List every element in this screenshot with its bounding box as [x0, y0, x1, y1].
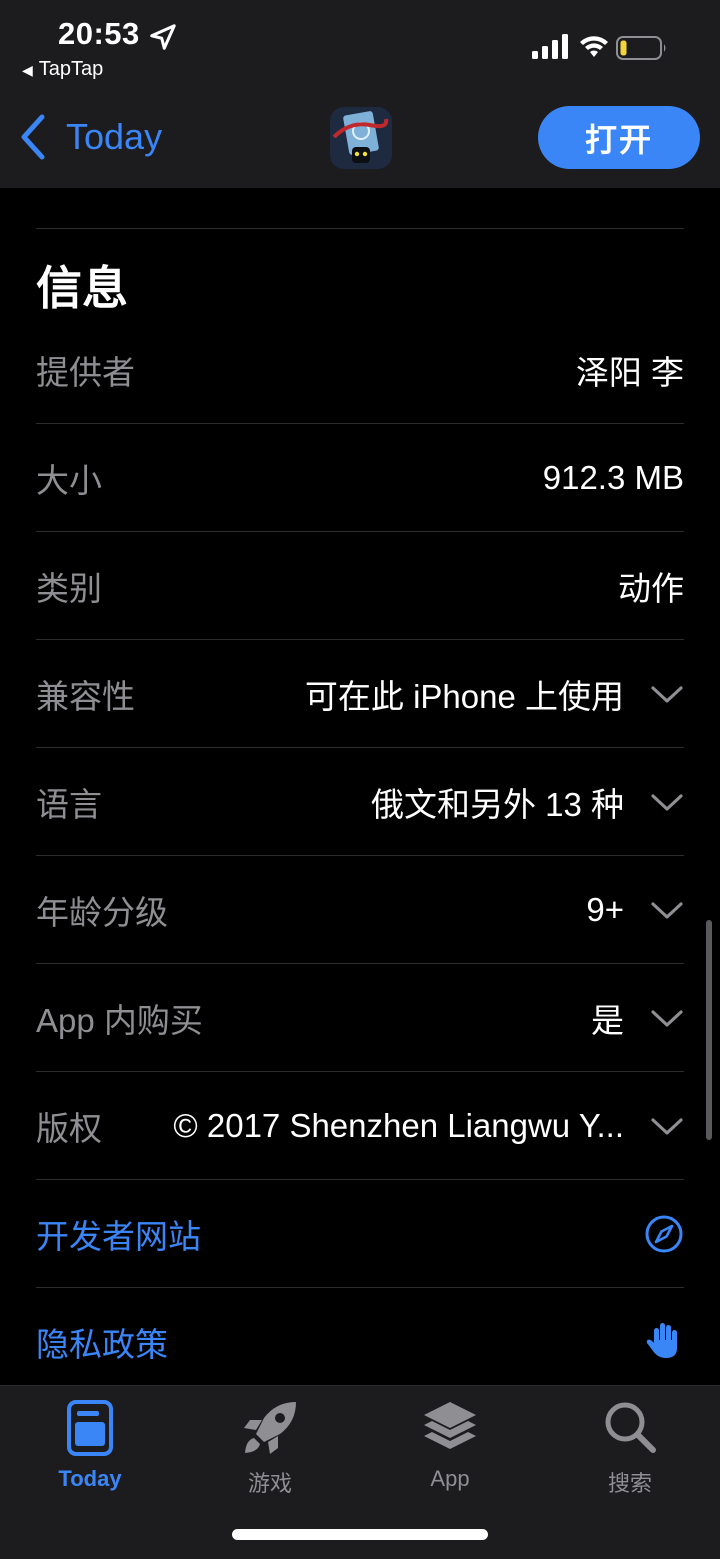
info-row-languages[interactable]: 语言 俄文和另外 13 种: [36, 748, 684, 856]
row-value: 泽阳 李: [575, 353, 684, 391]
row-label: 类别: [36, 569, 102, 607]
chevron-down-icon[interactable]: [650, 893, 684, 927]
row-value: 912.3 MB: [542, 458, 684, 496]
chevron-down-icon[interactable]: [650, 1109, 684, 1143]
search-icon: [605, 1402, 656, 1453]
chevron-down-icon[interactable]: [650, 785, 684, 819]
tab-games[interactable]: 游戏: [180, 1398, 360, 1498]
info-row-category: 类别 动作: [36, 532, 684, 640]
status-bar: 20:53 ◀ TapTap: [0, 0, 720, 90]
section-divider: [36, 228, 684, 229]
back-to-app-link[interactable]: ◀ TapTap: [22, 58, 103, 81]
info-row-copyright[interactable]: 版权 © 2017 Shenzhen Liangwu Y...: [36, 1072, 684, 1180]
info-row-in-app-purchases[interactable]: App 内购买 是: [36, 964, 684, 1072]
status-time: 20:53: [58, 16, 140, 51]
chevron-down-icon[interactable]: [650, 677, 684, 711]
location-arrow-icon: [150, 24, 176, 50]
row-label: 年龄分级: [36, 893, 168, 931]
info-row-compatibility[interactable]: 兼容性 可在此 iPhone 上使用: [36, 640, 684, 748]
back-triangle-icon: ◀: [22, 62, 33, 78]
tab-today[interactable]: Today: [0, 1398, 180, 1498]
layers-icon: [424, 1402, 476, 1449]
open-app-button[interactable]: 打开: [538, 106, 700, 169]
row-value: © 2017 Shenzhen Liangwu Y...: [173, 1106, 624, 1144]
developer-website-link[interactable]: 开发者网站: [36, 1180, 684, 1288]
compass-icon: [645, 1215, 683, 1253]
row-label: 兼容性: [36, 677, 135, 715]
tab-search[interactable]: 搜索: [540, 1398, 720, 1498]
today-icon: [67, 1400, 113, 1456]
battery-icon: [616, 36, 666, 60]
row-label: 语言: [36, 785, 102, 823]
chevron-down-icon[interactable]: [650, 1001, 684, 1035]
home-indicator[interactable]: [232, 1529, 488, 1540]
developer-website-label: 开发者网站: [36, 1217, 201, 1255]
info-row-size: 大小 912.3 MB: [36, 424, 684, 532]
info-row-provider: 提供者 泽阳 李: [36, 316, 684, 424]
row-value: 是: [591, 1001, 624, 1039]
hand-raised-icon: [646, 1323, 677, 1358]
nav-back-button[interactable]: Today: [18, 112, 162, 162]
app-store-detail-screen: 20:53 ◀ TapTap Today 打开 信息 提供者 泽阳 李 大小 9…: [0, 0, 720, 1559]
privacy-policy-label: 隐私政策: [36, 1326, 168, 1363]
info-row-age-rating[interactable]: 年龄分级 9+: [36, 856, 684, 964]
back-app-label: TapTap: [38, 58, 104, 80]
row-label: App 内购买: [36, 1001, 203, 1039]
cellular-signal-icon: [532, 34, 568, 59]
section-title: 信息: [36, 262, 128, 314]
rocket-icon: [244, 1402, 296, 1454]
nav-back-label: Today: [66, 116, 163, 157]
privacy-policy-link[interactable]: 隐私政策: [36, 1288, 684, 1396]
row-value: 9+: [586, 890, 624, 928]
game-app-icon: [330, 107, 392, 169]
wifi-icon: [580, 36, 608, 57]
tab-label: App: [430, 1466, 470, 1491]
scroll-indicator[interactable]: [706, 920, 712, 1140]
row-value: 动作: [618, 569, 684, 607]
tab-label: 搜索: [607, 1471, 652, 1496]
row-label: 提供者: [36, 353, 135, 391]
tab-label: 游戏: [247, 1471, 292, 1496]
navigation-bar: Today 打开: [0, 90, 720, 188]
row-label: 版权: [36, 1109, 102, 1147]
row-value: 俄文和另外 13 种: [370, 785, 624, 823]
chevron-left-icon: [21, 114, 45, 160]
app-icon: [330, 107, 392, 169]
row-value: 可在此 iPhone 上使用: [304, 677, 624, 715]
tab-apps[interactable]: App: [360, 1398, 540, 1498]
tab-label: Today: [58, 1466, 122, 1491]
row-label: 大小: [36, 461, 102, 499]
